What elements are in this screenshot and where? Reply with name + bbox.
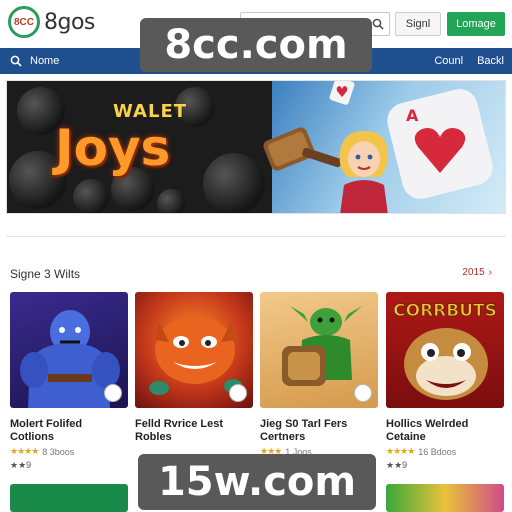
nav-home-label: Nome <box>30 55 60 67</box>
hero-banner[interactable]: WALET Joys A <box>6 80 506 214</box>
game-rating-text: 8 3boos <box>42 446 75 457</box>
logo-badge: 8CC <box>8 6 40 38</box>
game-thumbnail[interactable] <box>135 292 253 408</box>
game-thumbnail[interactable] <box>260 292 378 408</box>
section-title: Signe 3 Wilts <box>10 267 81 281</box>
game-title: Jieg S0 Tarl Fers Certners <box>260 418 348 443</box>
floating-card-icon <box>329 81 355 105</box>
game-rating-text: 16 Bdoos <box>418 446 457 457</box>
register-button[interactable]: Lomage <box>447 12 505 36</box>
game-card[interactable]: Molert Folifed Cotlions ★★★★ 8 3boos ★★9 <box>10 292 128 471</box>
hero-title: Joys <box>55 119 171 177</box>
game-rating: ★★★★ 8 3boos <box>10 446 128 457</box>
beast-illustration: CORRBUTS <box>393 301 497 400</box>
nav-home[interactable]: Nome <box>10 48 59 74</box>
login-button[interactable]: Signl <box>395 12 441 36</box>
section-see-all-link[interactable]: 2015 › <box>462 267 492 278</box>
section-divider <box>6 236 506 237</box>
play-badge-icon <box>104 384 122 402</box>
play-badge-icon <box>229 384 247 402</box>
heart-card-illustration: A <box>387 89 493 199</box>
svg-text:A: A <box>406 106 419 125</box>
nav-item-back[interactable]: Backl <box>477 55 504 67</box>
nav-right-items: Counl Backl <box>434 48 504 74</box>
hero-left-panel: WALET Joys <box>7 81 272 213</box>
game-thumbnail[interactable] <box>10 292 128 408</box>
watermark-top: 8cc.com <box>140 18 372 72</box>
game-rating: ★★★★ 16 Bdoos <box>386 446 504 457</box>
nav-item-count[interactable]: Counl <box>434 55 463 67</box>
game-title: Molert Folifed Cotlions <box>10 418 83 443</box>
site-logo[interactable]: 8CC 8gos <box>8 6 95 38</box>
star-rating-icon: ★★★★ <box>386 446 415 456</box>
game-thumbnail[interactable]: CORRBUTS <box>386 292 504 408</box>
hero-right-panel: A <box>263 81 505 213</box>
search-icon <box>10 55 22 67</box>
logo-text: 8gos <box>44 9 95 35</box>
game-card[interactable]: Felld Rvrice Lest Robles <box>135 292 253 449</box>
game-card[interactable]: CORRBUTS Hollics Welrded Cetaine ★★★★ 16… <box>386 292 504 471</box>
play-badge-icon <box>354 384 372 402</box>
star-rating-icon: ★★★★ <box>10 446 39 456</box>
card-big-title: CORRBUTS <box>393 301 497 321</box>
game-tile[interactable] <box>386 484 504 512</box>
game-title: Felld Rvrice Lest Robles <box>135 418 224 443</box>
game-tile[interactable] <box>10 484 128 512</box>
chevron-right-icon: › <box>488 267 492 278</box>
search-icon <box>372 18 384 30</box>
section-link-label: 2015 <box>462 267 485 278</box>
watermark-bottom: 15w.com <box>138 454 376 510</box>
game-title: Hollics Welrded Cetaine <box>386 418 469 443</box>
game-sub: ★★9 <box>386 460 408 470</box>
game-card[interactable]: Jieg S0 Tarl Fers Certners ★★★ 1 Joos <box>260 292 378 460</box>
game-sub: ★★9 <box>10 460 32 470</box>
